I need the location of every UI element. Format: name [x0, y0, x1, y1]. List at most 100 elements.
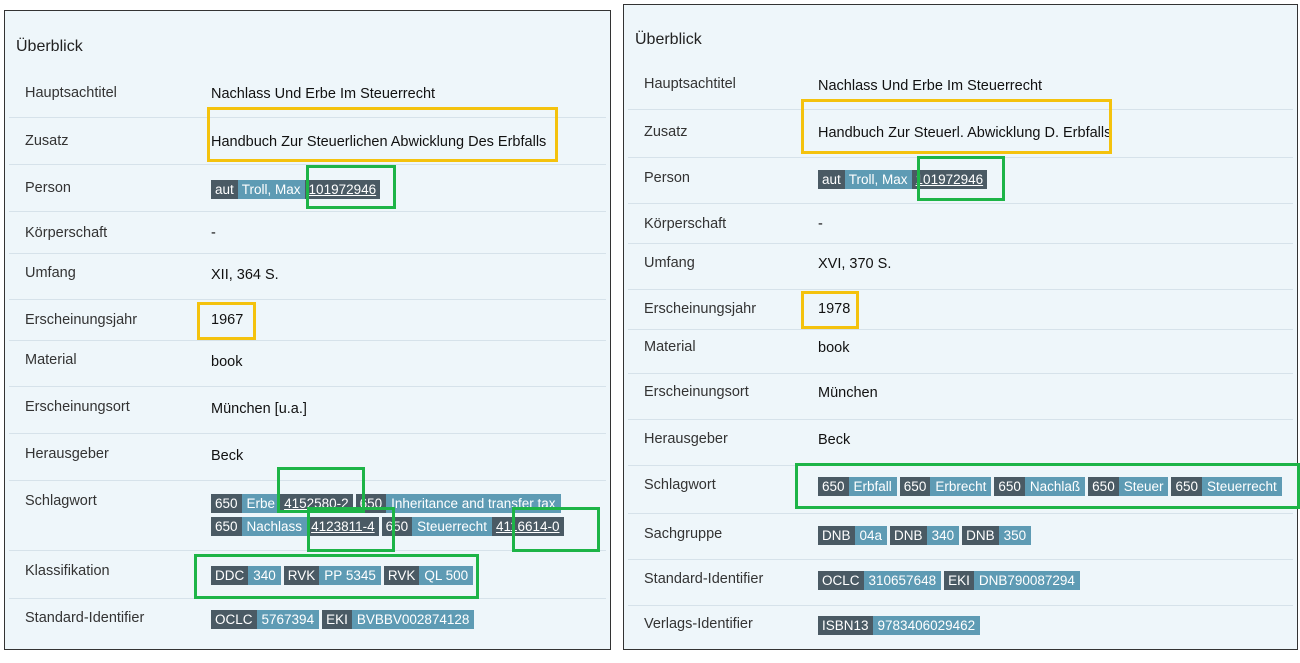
value-hauptsachtitel: Nachlass Und Erbe Im Steuerrecht: [818, 78, 1043, 94]
label-erscheinungsort: Erscheinungsort: [25, 399, 130, 415]
value-herausgeber: Beck: [211, 448, 244, 464]
chip-term[interactable]: Nachlaß: [1024, 477, 1086, 496]
chip-term[interactable]: Erbe: [241, 494, 281, 513]
row-zusatz: Zusatz Handbuch Zur Steuerlichen Abwickl…: [9, 117, 606, 165]
identifier-chip[interactable]: OCLC 5767394: [211, 610, 320, 629]
identifier-chip[interactable]: OCLC 310657648: [818, 571, 942, 590]
value-person: aut Troll, Max 101972946: [211, 180, 381, 199]
chip-value[interactable]: 340: [926, 526, 960, 545]
subject-group-chip[interactable]: DNB 340: [890, 526, 960, 545]
chip-code: 650: [818, 477, 849, 496]
subject-group-chip[interactable]: DNB 350: [962, 526, 1032, 545]
row-verlags-identifier: Verlags-Identifier ISBN13 9783406029462: [628, 605, 1293, 646]
standard-identifier-chips: OCLC 310657648 EKI DNB790087294: [818, 571, 1083, 590]
schlagwort-chips: 650 Erbe 4152580-2 650 Inheritance and t…: [211, 494, 601, 536]
subject-chip[interactable]: 650 Steuerrecht 4116614-0: [381, 517, 564, 536]
klassifikation-chips: DDC 340 RVK PP 5345 RVK QL 500: [211, 566, 476, 585]
label-herausgeber: Herausgeber: [644, 431, 728, 447]
chip-value[interactable]: BVBBV002874128: [351, 610, 475, 629]
chip-code: EKI: [944, 571, 974, 590]
row-koerperschaft: Körperschaft -: [9, 211, 606, 254]
chip-gnd-id[interactable]: 4116614-0: [491, 517, 564, 536]
classification-chip[interactable]: DDC 340: [211, 566, 281, 585]
chip-code: 650: [211, 517, 242, 536]
person-name-link[interactable]: Troll, Max: [844, 170, 912, 189]
subject-chip[interactable]: 650 Steuerrecht: [1171, 477, 1282, 496]
label-schlagwort: Schlagwort: [644, 477, 716, 493]
chip-term[interactable]: Steuerrecht: [1202, 477, 1282, 496]
row-zusatz: Zusatz Handbuch Zur Steuerl. Abwicklung …: [628, 109, 1293, 158]
label-schlagwort: Schlagwort: [25, 493, 97, 509]
chip-code: EKI: [322, 610, 352, 629]
standard-identifier-chips: OCLC 5767394 EKI BVBBV002874128: [211, 610, 477, 629]
classification-chip[interactable]: RVK PP 5345: [283, 566, 381, 585]
chip-code: ISBN13: [818, 616, 873, 635]
chip-term[interactable]: Erbrecht: [930, 477, 992, 496]
chip-code: 650: [1088, 477, 1119, 496]
sachgruppe-chips: DNB 04a DNB 340 DNB 350: [818, 526, 1034, 545]
person-gnd-link[interactable]: 101972946: [911, 170, 988, 189]
row-erscheinungsort: Erscheinungsort München: [628, 373, 1293, 420]
label-person: Person: [644, 170, 690, 186]
label-klassifikation: Klassifikation: [25, 563, 110, 579]
value-zusatz: Handbuch Zur Steuerlichen Abwicklung Des…: [211, 134, 547, 150]
chip-term[interactable]: Steuerrecht: [412, 517, 492, 536]
chip-value[interactable]: 310657648: [863, 571, 942, 590]
row-herausgeber: Herausgeber Beck: [628, 419, 1293, 466]
label-herausgeber: Herausgeber: [25, 446, 109, 462]
chip-value[interactable]: QL 500: [419, 566, 474, 585]
value-umfang: XII, 364 S.: [211, 267, 279, 283]
label-verlags-identifier: Verlags-Identifier: [644, 616, 753, 632]
label-umfang: Umfang: [644, 255, 695, 271]
subject-chip[interactable]: 650 Erbrecht: [899, 477, 992, 496]
row-schlagwort: Schlagwort 650 Erbfall 650 Erbrecht 650 Nac…: [628, 465, 1293, 514]
chip-code: 650: [355, 494, 387, 513]
classification-chip[interactable]: RVK QL 500: [383, 566, 474, 585]
label-person: Person: [25, 180, 71, 196]
subject-chip[interactable]: 650 Nachlaß: [994, 477, 1086, 496]
row-person: Person aut Troll, Max 101972946: [628, 157, 1293, 204]
chip-value[interactable]: 350: [998, 526, 1032, 545]
person-name-link[interactable]: Troll, Max: [237, 180, 305, 199]
isbn-chip[interactable]: ISBN13 9783406029462: [818, 616, 981, 635]
chip-code: OCLC: [818, 571, 864, 590]
row-umfang: Umfang XII, 364 S.: [9, 253, 606, 300]
chip-gnd-id[interactable]: 4123811-4: [307, 517, 379, 536]
subject-chip[interactable]: 650 Erbe 4152580-2: [211, 494, 353, 513]
chip-value[interactable]: DNB790087294: [973, 571, 1080, 590]
row-schlagwort: Schlagwort 650 Erbe 4152580-2 650 Inheri…: [9, 480, 606, 551]
value-hauptsachtitel: Nachlass Und Erbe Im Steuerrecht: [211, 86, 436, 102]
label-standard-identifier: Standard-Identifier: [25, 610, 145, 626]
label-zusatz: Zusatz: [644, 124, 688, 140]
subject-group-chip[interactable]: DNB 04a: [818, 526, 888, 545]
chip-value[interactable]: 9783406029462: [872, 616, 981, 635]
label-umfang: Umfang: [25, 265, 76, 281]
chip-term[interactable]: Inheritance and transfer tax: [386, 494, 561, 513]
subject-chip[interactable]: 650 Steuer: [1088, 477, 1169, 496]
person-gnd-link[interactable]: 101972946: [304, 180, 381, 199]
chip-term[interactable]: Erbfall: [848, 477, 897, 496]
value-material: book: [211, 354, 243, 370]
chip-term[interactable]: Steuer: [1118, 477, 1169, 496]
value-zusatz: Handbuch Zur Steuerl. Abwicklung D. Erbf…: [818, 125, 1112, 141]
chip-value[interactable]: PP 5345: [319, 566, 381, 585]
identifier-chip[interactable]: EKI BVBBV002874128: [322, 610, 475, 629]
chip-term[interactable]: Nachlass: [241, 517, 308, 536]
row-erscheinungsort: Erscheinungsort München [u.a.]: [9, 386, 606, 434]
row-standard-identifier: Standard-Identifier OCLC 5767394 EKI BVBBV…: [9, 598, 606, 643]
chip-value[interactable]: 04a: [854, 526, 888, 545]
row-person: Person aut Troll, Max 101972946: [9, 164, 606, 212]
identifier-chip[interactable]: EKI DNB790087294: [944, 571, 1080, 590]
chip-gnd-id[interactable]: 4152580-2: [280, 494, 353, 513]
chip-value[interactable]: 5767394: [256, 610, 320, 629]
row-koerperschaft: Körperschaft -: [628, 203, 1293, 244]
subject-chip[interactable]: 650 Inheritance and transfer tax: [355, 494, 561, 513]
value-person: aut Troll, Max 101972946: [818, 170, 988, 189]
chip-code: 650: [899, 477, 931, 496]
person-chip: aut Troll, Max 101972946: [211, 180, 381, 199]
row-sachgruppe: Sachgruppe DNB 04a DNB 340 DNB 350: [628, 513, 1293, 560]
subject-chip[interactable]: 650 Erbfall: [818, 477, 897, 496]
value-erscheinungsjahr: 1978: [818, 301, 851, 317]
chip-value[interactable]: 340: [248, 566, 281, 585]
subject-chip[interactable]: 650 Nachlass 4123811-4: [211, 517, 379, 536]
